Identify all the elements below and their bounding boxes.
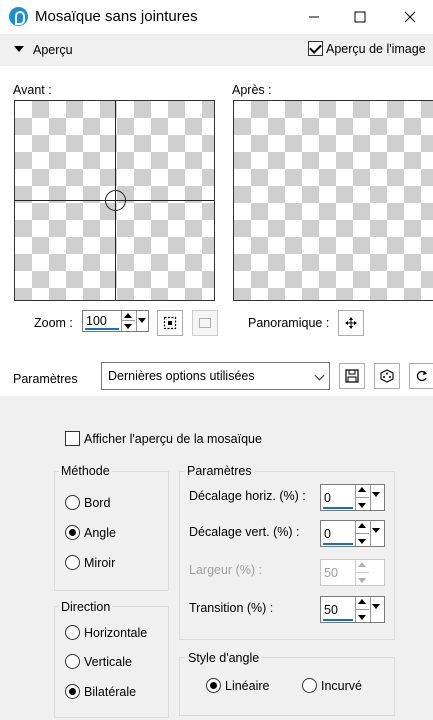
- method-group-title: Méthode: [59, 464, 112, 478]
- direction-vertical-label[interactable]: Verticale: [84, 655, 132, 669]
- vert-offset-underline: [323, 543, 353, 545]
- reset-button[interactable]: [409, 363, 433, 389]
- show-tile-preview-label[interactable]: Afficher l'aperçu de la mosaïque: [84, 432, 262, 446]
- corner-curved-label[interactable]: Incurvé: [321, 679, 362, 693]
- spin-down-icon: [358, 578, 366, 583]
- method-edge-radio[interactable]: [65, 495, 80, 510]
- close-button[interactable]: [387, 0, 433, 34]
- vert-offset-dropdown-icon[interactable]: [370, 521, 381, 546]
- chevron-down-icon[interactable]: [313, 363, 329, 389]
- zoom-underline: [85, 328, 119, 330]
- spin-down-icon[interactable]: [358, 539, 366, 544]
- before-label: Avant :: [13, 83, 52, 97]
- window-title: Mosaïque sans jointures: [35, 8, 198, 25]
- dice-icon: [380, 369, 394, 383]
- app-logo-icon: [9, 7, 28, 26]
- spin-divider: [356, 497, 369, 498]
- method-edge-label[interactable]: Bord: [84, 496, 110, 510]
- width-value: 50: [324, 566, 338, 580]
- preview-image-label[interactable]: Aperçu de l'image: [326, 42, 426, 56]
- horiz-offset-underline: [323, 507, 353, 509]
- method-mirror-radio[interactable]: [65, 555, 80, 570]
- horiz-offset-value[interactable]: 0: [324, 491, 331, 505]
- after-label: Après :: [232, 83, 272, 97]
- show-tile-preview-checkbox[interactable]: [65, 431, 80, 446]
- spin-divider: [356, 572, 369, 573]
- presets-label: Paramètres: [13, 372, 78, 386]
- zoom-fit-button[interactable]: [157, 310, 183, 336]
- corner-linear-label[interactable]: Linéaire: [225, 679, 269, 693]
- minimize-icon: [309, 16, 319, 18]
- after-preview-panel: [233, 100, 433, 301]
- zoom-dropdown-arrow-icon[interactable]: [136, 311, 147, 331]
- transition-label: Transition (%) :: [189, 601, 274, 615]
- vert-offset-spinner[interactable]: [355, 521, 369, 546]
- collapse-triangle-icon[interactable]: [14, 46, 24, 52]
- spin-down-icon[interactable]: [358, 503, 366, 508]
- reset-arrow-icon: [416, 370, 427, 382]
- spin-divider: [356, 533, 369, 534]
- width-label: Largeur (%) :: [189, 563, 262, 577]
- spin-up-icon[interactable]: [358, 599, 366, 604]
- method-corner-label[interactable]: Angle: [84, 526, 116, 540]
- zoom-value[interactable]: 100: [86, 314, 107, 328]
- transition-input[interactable]: 50: [320, 596, 385, 623]
- spin-divider: [122, 320, 135, 321]
- horiz-offset-input[interactable]: 0: [320, 484, 385, 511]
- transition-dropdown-icon[interactable]: [370, 597, 381, 622]
- close-icon: [404, 11, 416, 23]
- presets-selected-value[interactable]: Dernières options utilisées: [108, 369, 255, 383]
- corner-curved-radio[interactable]: [302, 678, 317, 693]
- transition-underline: [323, 619, 353, 621]
- zoom-input[interactable]: 100: [82, 310, 149, 332]
- spin-down-icon[interactable]: [124, 324, 132, 329]
- transition-value[interactable]: 50: [324, 603, 338, 617]
- spin-up-icon[interactable]: [358, 487, 366, 492]
- maximize-icon: [354, 11, 366, 23]
- direction-bilateral-label[interactable]: Bilatérale: [84, 685, 136, 699]
- move-arrows-icon: [345, 317, 357, 329]
- direction-horizontal-radio[interactable]: [65, 625, 80, 640]
- save-preset-button[interactable]: [339, 363, 365, 389]
- minimize-button[interactable]: [291, 0, 337, 34]
- spin-down-icon[interactable]: [358, 615, 366, 620]
- corner-style-group-title: Style d'angle: [186, 651, 262, 665]
- maximize-button[interactable]: [337, 0, 383, 34]
- corner-linear-radio[interactable]: [206, 678, 221, 693]
- spin-up-icon[interactable]: [358, 523, 366, 528]
- parameters-group-title: Paramètres: [185, 464, 254, 478]
- save-icon: [345, 369, 359, 383]
- zoom-label: Zoom :: [34, 316, 73, 330]
- method-corner-radio[interactable]: [65, 525, 80, 540]
- direction-bilateral-radio[interactable]: [65, 684, 80, 699]
- direction-vertical-radio[interactable]: [65, 654, 80, 669]
- crosshair-target-icon[interactable]: [105, 190, 126, 211]
- spin-up-icon: [358, 562, 366, 567]
- zoom-spinner[interactable]: [121, 311, 135, 331]
- vert-offset-input[interactable]: 0: [320, 520, 385, 547]
- one-to-one-icon: [199, 318, 211, 328]
- horiz-offset-spinner[interactable]: [355, 485, 369, 510]
- method-mirror-label[interactable]: Miroir: [84, 556, 115, 570]
- randomize-button[interactable]: [374, 363, 400, 389]
- direction-horizontal-label[interactable]: Horizontale: [84, 626, 147, 640]
- width-input: 50: [320, 559, 385, 586]
- horiz-offset-dropdown-icon[interactable]: [370, 485, 381, 510]
- zoom-actual-size-button[interactable]: [192, 310, 218, 336]
- preview-section-label[interactable]: Aperçu: [33, 43, 73, 57]
- spin-divider: [356, 609, 369, 610]
- dotted-square-icon: [163, 316, 177, 330]
- pan-label: Panoramique :: [248, 316, 330, 330]
- width-spinner: [355, 560, 369, 585]
- pan-button[interactable]: [338, 310, 364, 336]
- spin-up-icon[interactable]: [124, 313, 132, 318]
- presets-combobox[interactable]: Dernières options utilisées: [101, 362, 330, 390]
- vert-offset-label: Décalage vert. (%) :: [189, 525, 300, 539]
- horiz-offset-label: Décalage horiz. (%) :: [189, 489, 306, 503]
- direction-group-title: Direction: [59, 600, 113, 614]
- vert-offset-value[interactable]: 0: [324, 527, 331, 541]
- preview-image-checkbox[interactable]: [308, 41, 323, 56]
- transition-spinner[interactable]: [355, 597, 369, 622]
- before-preview-panel[interactable]: [14, 100, 215, 301]
